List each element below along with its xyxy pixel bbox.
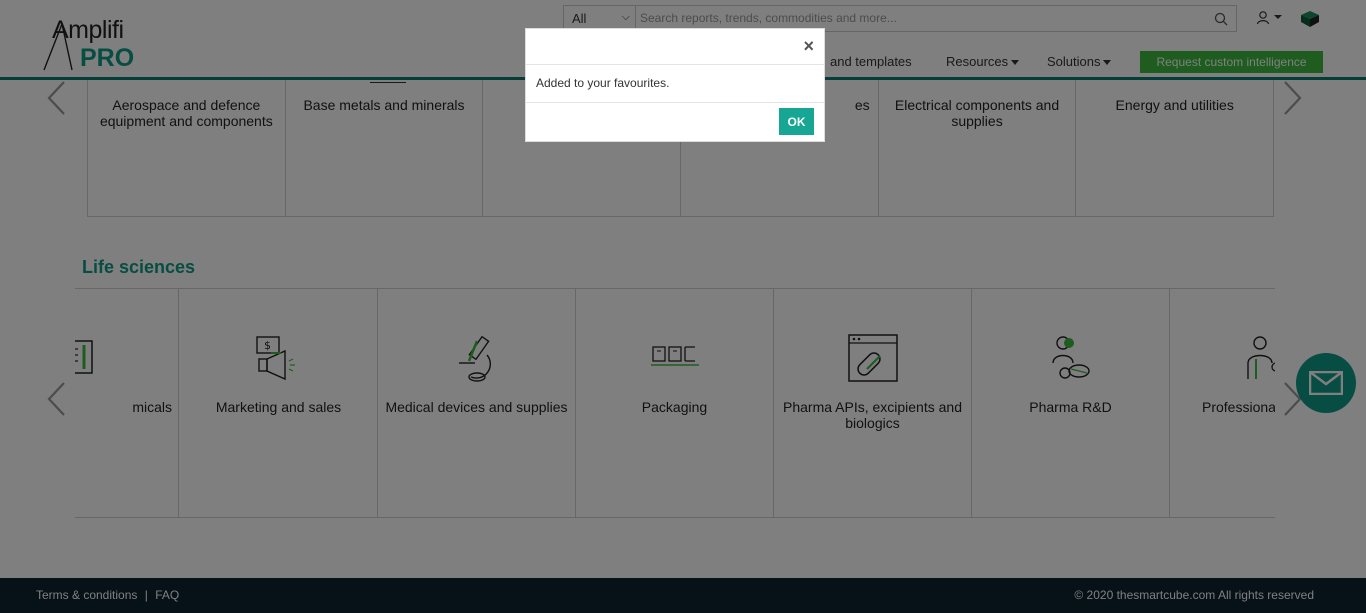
close-icon[interactable]: × [803,37,814,55]
ok-button[interactable]: OK [779,108,814,135]
dialog-header: × [526,29,824,65]
favourites-dialog: × Added to your favourites. OK [525,28,825,142]
dialog-message: Added to your favourites. [526,65,824,103]
